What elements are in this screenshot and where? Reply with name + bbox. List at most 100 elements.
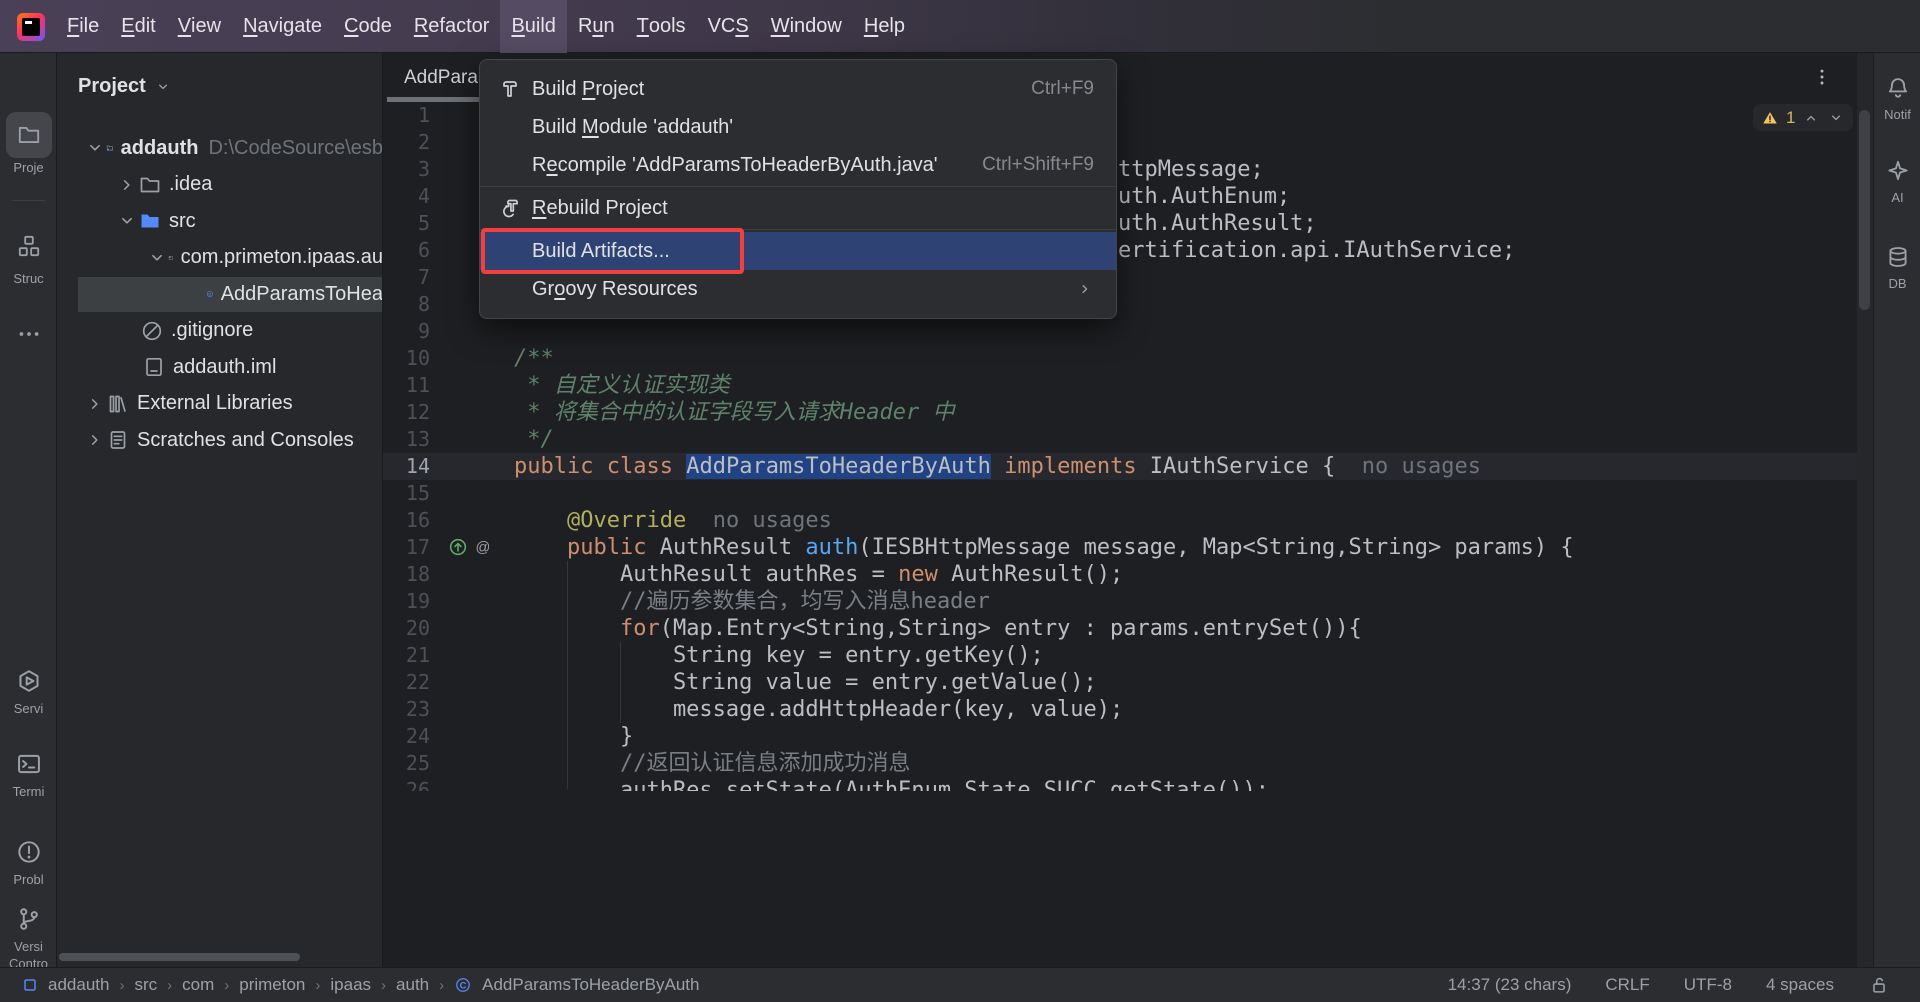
menu-separator — [480, 229, 1116, 230]
menu-item-build-module-addauth[interactable]: Build Module 'addauth' — [480, 108, 1116, 146]
breadcrumb-item[interactable]: src — [134, 975, 157, 995]
menu-run[interactable]: Run — [567, 0, 626, 53]
menu-item-shortcut: Ctrl+Shift+F9 — [982, 154, 1094, 176]
menu-item-rebuild-project[interactable]: Rebuild Project — [480, 189, 1116, 227]
tree-item-external-libraries[interactable]: External Libraries — [57, 386, 383, 423]
code-token: AddParamsToHeaderByAuth — [686, 454, 991, 479]
menu-refactor[interactable]: Refactor — [403, 0, 501, 53]
line-number: 5 — [383, 210, 430, 237]
code-line-26: authRes.setState(AuthEnum.State.SUCC.get… — [514, 777, 1269, 791]
tree-item--idea[interactable]: .idea — [57, 167, 383, 204]
code-line-22: String value = entry.getValue(); — [514, 669, 1097, 696]
menu-edit[interactable]: Edit — [110, 0, 166, 53]
breadcrumb-separator: › — [119, 977, 124, 994]
sidebar-item-ai-assistant[interactable]: AI — [1874, 154, 1920, 205]
inlay-hint: no usages — [686, 508, 832, 533]
sidebar-item-label: DB — [1874, 276, 1920, 291]
menu-build[interactable]: Build — [500, 0, 566, 53]
menu-file[interactable]: File — [56, 0, 110, 53]
chevron-up-icon[interactable] — [1802, 109, 1820, 127]
breadcrumb-item[interactable]: ipaas — [330, 975, 371, 995]
sidebar-item-terminal[interactable]: Termi — [0, 746, 57, 799]
breadcrumbs: addauth›src›com›primeton›ipaas›auth›CAdd… — [22, 975, 699, 995]
structure-icon — [6, 223, 52, 269]
sidebar-item-database[interactable]: DB — [1874, 240, 1920, 291]
line-number: 23 — [383, 696, 430, 723]
menu-item-build-project[interactable]: Build ProjectCtrl+F9 — [480, 70, 1116, 108]
code-line-12: * 将集合中的认证字段写入请求Header 中 — [514, 399, 954, 426]
menu-navigate[interactable]: Navigate — [232, 0, 333, 53]
hammer-icon — [498, 77, 522, 101]
gutter-icons-line-17[interactable]: @ — [447, 536, 494, 558]
breadcrumb-item[interactable]: AddParamsToHeaderByAuth — [482, 975, 699, 995]
caret-position[interactable]: 14:37 (23 chars) — [1448, 975, 1572, 995]
breadcrumb-item[interactable]: auth — [396, 975, 429, 995]
code-line-4: uth.AuthEnum; — [1118, 183, 1290, 210]
code-token: implements — [1004, 454, 1136, 479]
code-token: ertification.api.IAuthService; — [1118, 238, 1515, 263]
menu-view[interactable]: View — [167, 0, 232, 53]
sidebar-item-label: Notif — [1874, 107, 1920, 122]
editor-options-kebab-icon[interactable] — [1811, 66, 1833, 88]
menu-item-groovy-resources[interactable]: Groovy Resources — [480, 270, 1116, 308]
unlock-icon[interactable] — [1868, 974, 1890, 996]
tree-item-com-primeton-ipaas-au[interactable]: com.primeton.ipaas.au — [57, 240, 383, 277]
indent-style[interactable]: 4 spaces — [1766, 975, 1834, 995]
tree-item-label: .idea — [169, 173, 212, 196]
breadcrumb-item[interactable]: primeton — [239, 975, 305, 995]
menu-window[interactable]: Window — [760, 0, 853, 53]
editor-scrollbar-thumb[interactable] — [1859, 110, 1870, 310]
services-icon — [6, 663, 52, 699]
tree-item-scratches-and-consoles[interactable]: Scratches and Consoles — [57, 422, 383, 459]
menu-tools[interactable]: Tools — [626, 0, 697, 53]
breadcrumb-separator: › — [439, 977, 444, 994]
sidebar-item-services[interactable]: Servi — [0, 663, 57, 716]
editor-scrollbar-track[interactable] — [1857, 53, 1873, 967]
warning-icon — [1761, 109, 1779, 127]
sidebar-item-notifications[interactable]: Notif — [1874, 71, 1920, 122]
menu-vcs[interactable]: VCS — [697, 0, 760, 53]
horizontal-scrollbar[interactable] — [59, 953, 300, 961]
menu-help[interactable]: Help — [853, 0, 916, 53]
chevron-down-icon[interactable] — [1827, 109, 1845, 127]
editor-tab[interactable]: AddPara — [404, 53, 478, 102]
tree-item-addparamstohea[interactable]: CAddParamsToHea — [57, 276, 383, 313]
tree-item--gitignore[interactable]: .gitignore — [57, 313, 383, 350]
code-line-19: //遍历参数集合，均写入消息header — [514, 588, 990, 615]
breadcrumb-separator: › — [315, 977, 320, 994]
menu-item-recompile-addparamstoheaderbyauth-java[interactable]: Recompile 'AddParamsToHeaderByAuth.java'… — [480, 146, 1116, 184]
code-line-18: AuthResult authRes = new AuthResult(); — [514, 561, 1123, 588]
line-number: 1 — [383, 102, 430, 129]
database-icon — [1875, 240, 1920, 274]
stripe-divider — [12, 200, 45, 201]
svg-text:C: C — [208, 292, 211, 297]
breadcrumb-item[interactable]: com — [182, 975, 214, 995]
package-icon — [168, 246, 174, 270]
line-separator[interactable]: CRLF — [1605, 975, 1649, 995]
menu-item-shortcut: Ctrl+F9 — [1031, 78, 1094, 100]
problems-icon — [6, 834, 52, 870]
tree-item-addauth-iml[interactable]: addauth.iml — [57, 349, 383, 386]
annotation-at-icon: @ — [472, 536, 494, 558]
menu-code[interactable]: Code — [333, 0, 403, 53]
project-panel-header[interactable]: Project — [78, 75, 172, 98]
menu-item-build-artifacts[interactable]: Build Artifacts... — [480, 232, 1116, 270]
sidebar-item-project[interactable]: Proje — [0, 112, 57, 175]
sidebar-item-more[interactable] — [0, 311, 57, 357]
breadcrumb-item[interactable]: addauth — [48, 975, 109, 995]
inlay-hint: no usages — [1335, 454, 1481, 479]
notifications-icon — [1875, 71, 1920, 105]
sidebar-item-problems[interactable]: Probl — [0, 834, 57, 887]
line-number: 15 — [383, 480, 430, 507]
tree-item-addauth[interactable]: addauthD:\CodeSource\esb — [57, 130, 383, 167]
inspections-widget[interactable]: 1 — [1753, 104, 1853, 131]
code-token — [991, 454, 1004, 479]
sidebar-item-structure[interactable]: Struc — [0, 223, 57, 286]
ai-assistant-icon — [1875, 154, 1920, 188]
code-token: message.addHttpHeader(key, value); — [514, 697, 1123, 722]
code-line-16: @Override no usages — [514, 507, 832, 534]
sidebar-item-version-control[interactable]: VersiContro — [0, 901, 57, 971]
tree-item-src[interactable]: src — [57, 203, 383, 240]
file-encoding[interactable]: UTF-8 — [1684, 975, 1732, 995]
module-icon — [106, 136, 114, 160]
